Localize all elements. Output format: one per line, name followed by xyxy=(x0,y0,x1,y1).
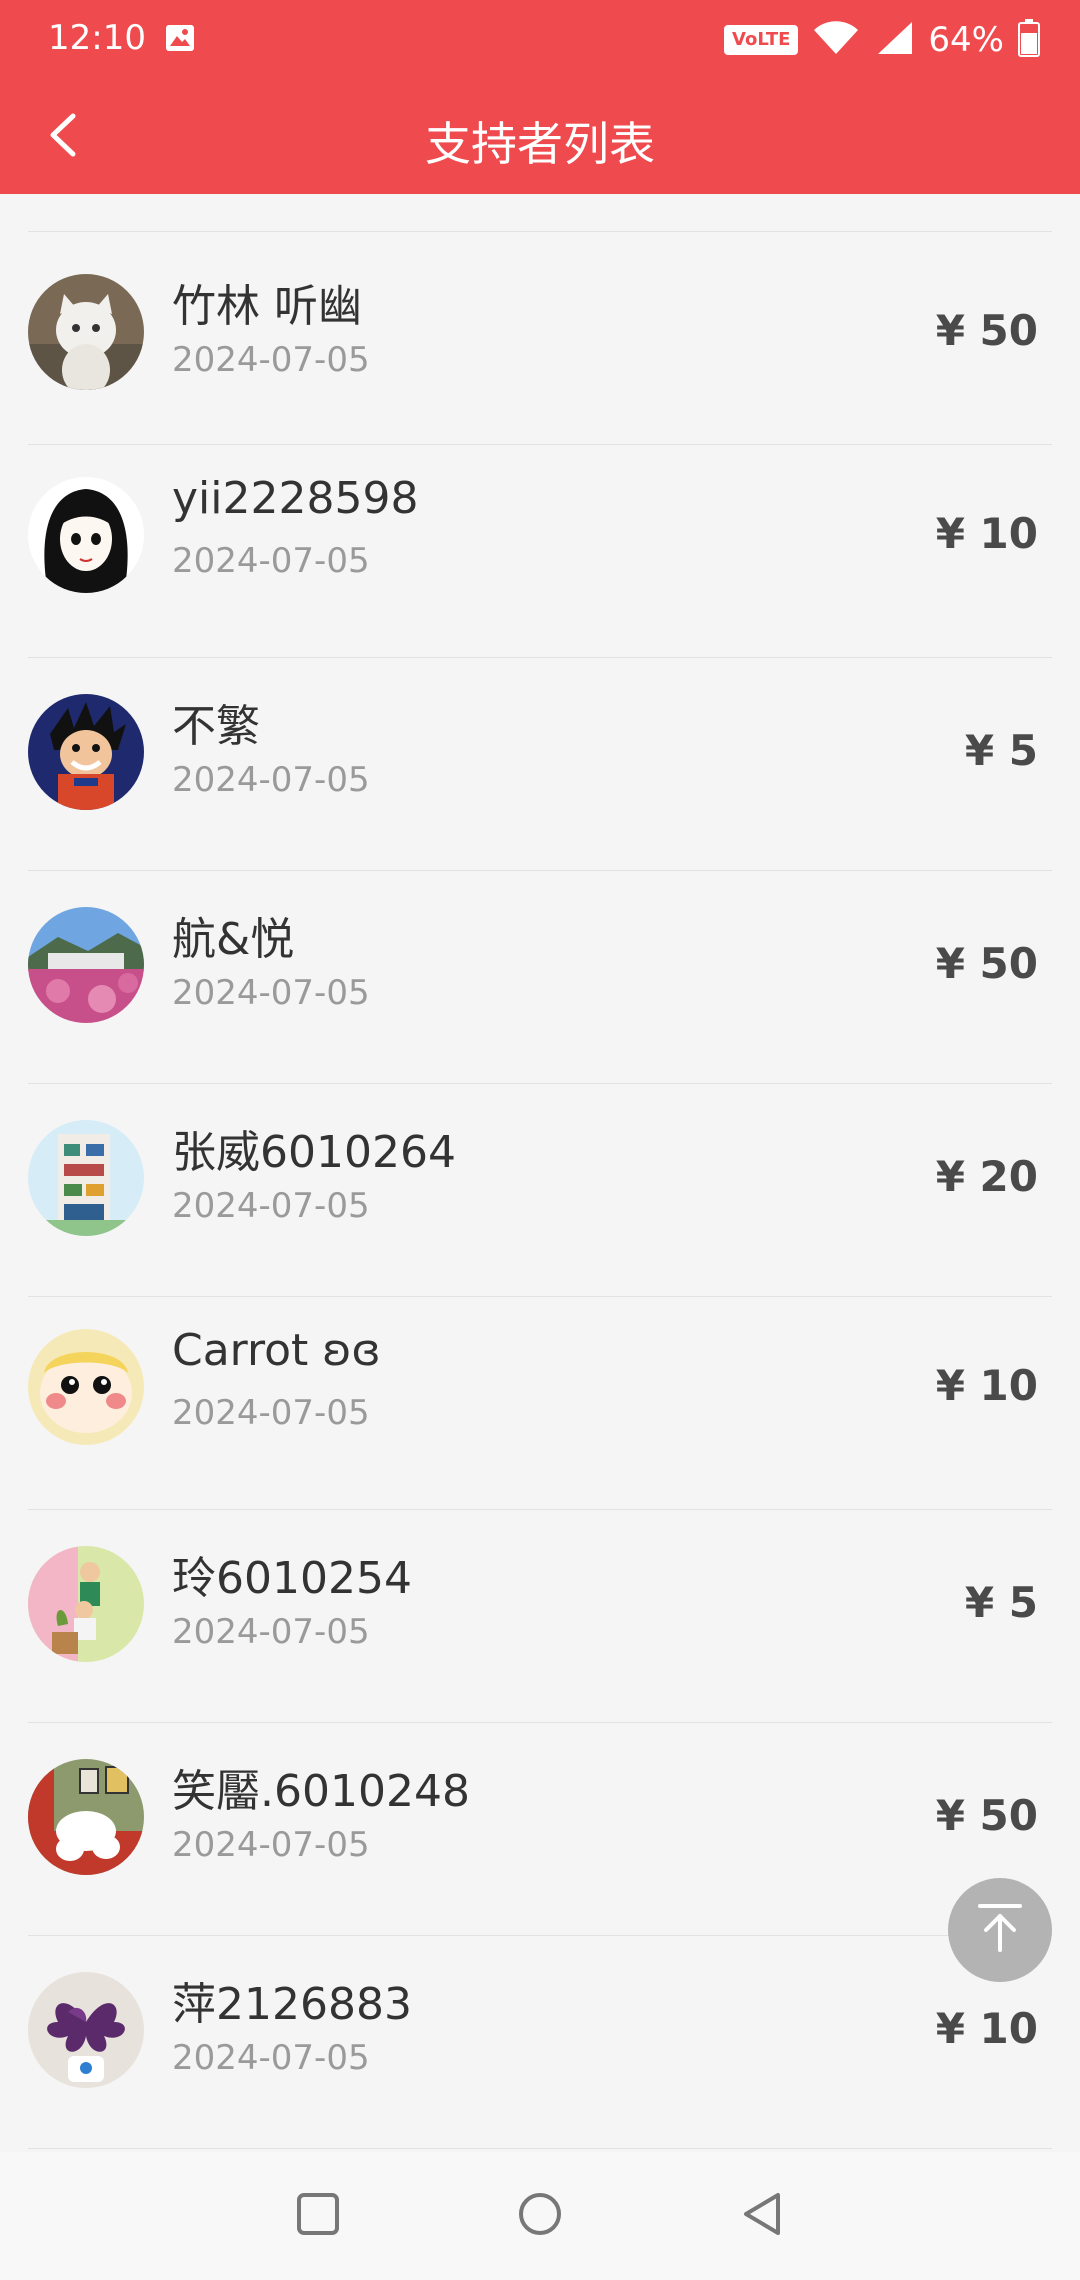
supporter-name: 不繁 xyxy=(172,701,260,752)
battery-percent: 64% xyxy=(928,20,1004,60)
supporter-date: 2024-07-05 xyxy=(172,760,370,800)
avatar xyxy=(28,1759,144,1875)
supporter-amount: ¥ 50 xyxy=(935,306,1038,355)
supporter-name: 张威6010264 xyxy=(172,1127,456,1178)
app-header: 支持者列表 xyxy=(0,80,1080,194)
supporter-date: 2024-07-05 xyxy=(172,2038,370,2078)
battery-icon xyxy=(1018,19,1040,61)
avatar xyxy=(28,1120,144,1236)
supporter-row[interactable]: 张威6010264 2024-07-05 ¥ 20 xyxy=(0,1084,1080,1297)
supporter-name: 航&悦 xyxy=(172,914,295,965)
square-icon xyxy=(296,2192,340,2240)
status-bar: 12:10 VoLTE 64% xyxy=(0,0,1080,80)
list-divider xyxy=(28,2148,1052,2149)
circle-icon xyxy=(517,2191,563,2241)
supporter-row[interactable]: 玲6010254 2024-07-05 ¥ 5 xyxy=(0,1510,1080,1723)
supporter-row[interactable]: 笑靨.6010248 2024-07-05 ¥ 50 xyxy=(0,1723,1080,1936)
supporter-amount: ¥ 50 xyxy=(935,1791,1038,1840)
supporter-date: 2024-07-05 xyxy=(172,1825,370,1865)
supporter-row[interactable]: 航&悦 2024-07-05 ¥ 50 xyxy=(0,871,1080,1084)
supporter-list[interactable]: 竹林 听幽 2024-07-05 ¥ 50 yii2228598 2024-07… xyxy=(0,194,1080,2152)
supporter-name: yii2228598 xyxy=(172,473,419,524)
supporter-row[interactable]: 不繁 2024-07-05 ¥ 5 xyxy=(0,658,1080,871)
triangle-back-icon xyxy=(740,2191,784,2241)
back-to-top-button[interactable] xyxy=(948,1878,1052,1982)
status-time: 12:10 xyxy=(48,18,146,58)
status-indicators: VoLTE 64% xyxy=(724,16,1040,64)
wifi-icon xyxy=(812,20,860,60)
avatar xyxy=(28,274,144,390)
arrow-up-to-top-icon xyxy=(976,1902,1024,1958)
nav-back-button[interactable] xyxy=(730,2184,794,2248)
gallery-notification-icon xyxy=(165,24,195,52)
avatar xyxy=(28,1546,144,1662)
supporter-amount: ¥ 5 xyxy=(964,1578,1038,1627)
supporter-date: 2024-07-05 xyxy=(172,541,370,581)
supporter-row[interactable]: yii2228598 2024-07-05 ¥ 10 xyxy=(0,445,1080,658)
supporter-name: Carrot ʚɞ xyxy=(172,1325,381,1376)
supporter-row[interactable]: 竹林 听幽 2024-07-05 ¥ 50 xyxy=(0,232,1080,445)
avatar xyxy=(28,1329,144,1445)
avatar xyxy=(28,694,144,810)
supporter-name: 萍2126883 xyxy=(172,1979,412,2030)
page-title: 支持者列表 xyxy=(425,117,655,171)
avatar xyxy=(28,1972,144,2088)
supporter-amount: ¥ 20 xyxy=(935,1152,1038,1201)
avatar xyxy=(28,907,144,1023)
supporter-amount: ¥ 5 xyxy=(964,726,1038,775)
avatar xyxy=(28,477,144,593)
supporter-name: 竹林 听幽 xyxy=(172,281,362,332)
supporter-amount: ¥ 50 xyxy=(935,939,1038,988)
supporter-date: 2024-07-05 xyxy=(172,973,370,1013)
system-nav-bar xyxy=(0,2152,1080,2280)
supporter-date: 2024-07-05 xyxy=(172,1186,370,1226)
recents-button[interactable] xyxy=(286,2184,350,2248)
supporter-row[interactable]: Carrot ʚɞ 2024-07-05 ¥ 10 xyxy=(0,1297,1080,1510)
supporter-amount: ¥ 10 xyxy=(935,509,1038,558)
supporter-name: 玲6010254 xyxy=(172,1553,412,1604)
supporter-row[interactable]: 萍2126883 2024-07-05 ¥ 10 xyxy=(0,1936,1080,2149)
supporter-name: 笑靨.6010248 xyxy=(172,1766,470,1817)
supporter-amount: ¥ 10 xyxy=(935,1361,1038,1410)
supporter-amount: ¥ 10 xyxy=(935,2004,1038,2053)
home-button[interactable] xyxy=(508,2184,572,2248)
supporter-date: 2024-07-05 xyxy=(172,340,370,380)
supporter-date: 2024-07-05 xyxy=(172,1612,370,1652)
cellular-signal-icon xyxy=(874,20,914,60)
supporter-date: 2024-07-05 xyxy=(172,1393,370,1433)
volte-badge: VoLTE xyxy=(724,25,799,55)
